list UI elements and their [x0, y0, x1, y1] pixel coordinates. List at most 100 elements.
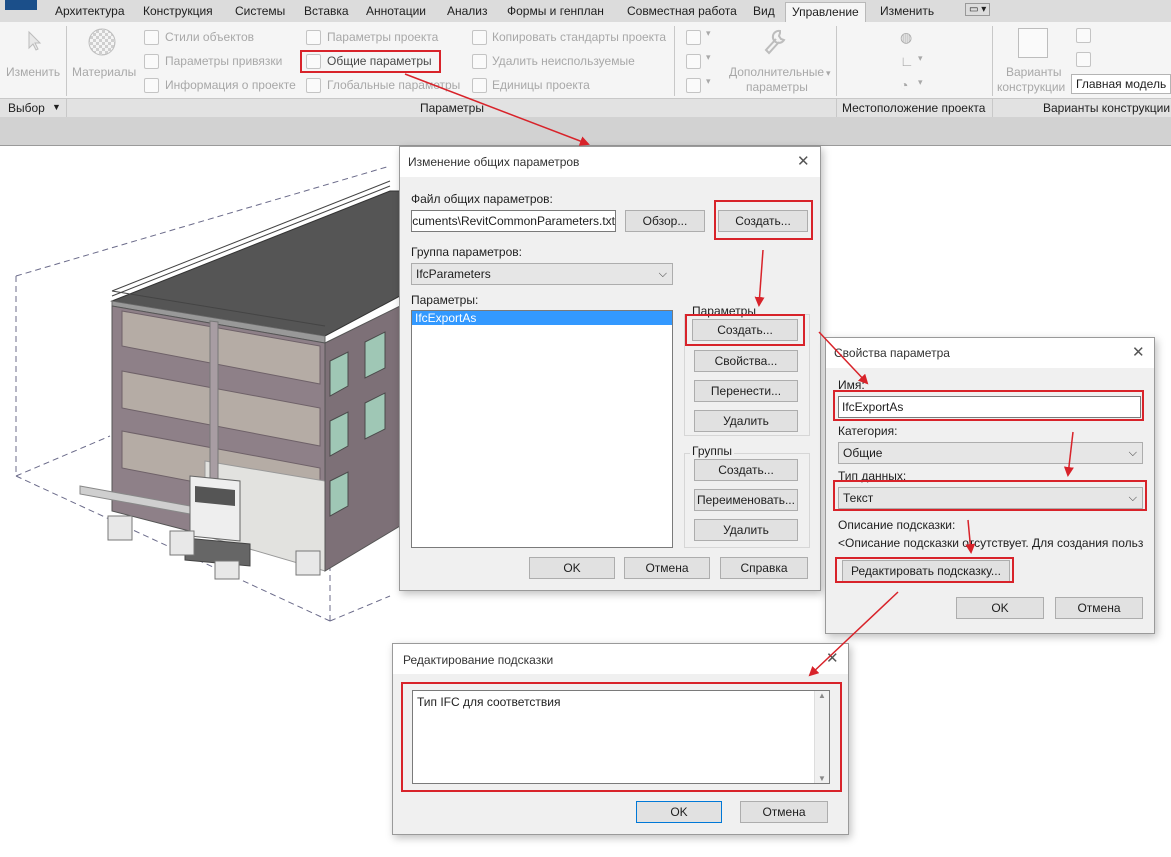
file-path-field[interactable]: Documents\RevitCommonParameters.txt [411, 210, 616, 232]
param-delete-button[interactable]: Удалить [694, 410, 798, 432]
params-list[interactable]: IfcExportAs [411, 310, 673, 548]
param-new-highlight [685, 314, 805, 346]
project-units-button[interactable]: Единицы проекта [492, 78, 590, 92]
project-info-icon [144, 78, 159, 93]
chevron-down-icon[interactable]: ▾ [706, 28, 711, 39]
file-label: Файл общих параметров: [411, 192, 553, 206]
list-item[interactable]: IfcExportAs [412, 311, 672, 325]
cancel-button[interactable]: Отмена [740, 801, 828, 823]
group-new-button[interactable]: Создать... [694, 459, 798, 481]
close-icon[interactable]: ✕ [826, 649, 839, 667]
transfer-standards-icon [472, 30, 487, 45]
object-styles-icon [144, 30, 159, 45]
materials-button[interactable]: Материалы [72, 65, 136, 79]
design-options-label[interactable]: Варианты [1006, 65, 1061, 79]
param-move-button[interactable]: Перенести... [694, 380, 798, 402]
chevron-down-icon[interactable]: ▾ [918, 53, 923, 64]
params-label: Параметры: [411, 293, 479, 307]
tab-insert[interactable]: Вставка [304, 4, 349, 18]
additional-settings-label[interactable]: Дополнительные [729, 65, 824, 79]
panel-select[interactable]: Выбор [8, 101, 45, 115]
design-options-icon [1018, 28, 1048, 58]
ribbon-toggle-icon[interactable]: ▭ ▾ [965, 3, 991, 16]
close-icon[interactable]: ✕ [1132, 343, 1145, 361]
tab-architecture[interactable]: Архитектура [55, 4, 125, 18]
coordinates-icon[interactable]: ∟ [900, 53, 914, 69]
snaps-icon [144, 54, 159, 69]
tooltip-label: Описание подсказки: [838, 518, 956, 532]
wrench-icon [764, 29, 786, 55]
tab-structure[interactable]: Конструкция [143, 4, 213, 18]
panel-settings: Параметры [420, 101, 484, 115]
tab-modify[interactable]: Изменить [880, 4, 934, 18]
dropdown-tool-icon[interactable] [686, 30, 701, 45]
edit-tooltip-highlight [835, 557, 1014, 583]
ok-button[interactable]: OK [956, 597, 1044, 619]
dialog-title: Редактирование подсказки [403, 653, 554, 667]
app-logo[interactable] [5, 0, 37, 10]
chevron-down-icon[interactable]: ▾ [706, 76, 711, 87]
purge-unused-icon [472, 54, 487, 69]
chevron-down-icon[interactable]: ▾ [826, 68, 831, 79]
param-group-select[interactable]: IfcParameters ⌵ [411, 263, 673, 285]
tab-analyze[interactable]: Анализ [447, 4, 488, 18]
help-button[interactable]: Справка [720, 557, 808, 579]
chevron-down-icon[interactable]: ▼ [52, 102, 61, 112]
project-params-icon [306, 30, 321, 45]
tooltip-text-highlight [401, 682, 842, 792]
design-options-label-2[interactable]: конструкции [997, 80, 1065, 94]
project-info-button[interactable]: Информация о проекте [165, 78, 296, 92]
close-icon[interactable]: ✕ [797, 152, 810, 170]
object-styles-button[interactable]: Стили объектов [165, 30, 254, 44]
shared-params-highlight [300, 50, 441, 73]
dialog-title: Изменение общих параметров [408, 155, 580, 169]
tooltip-value: <Описание подсказки отсутствует. Для соз… [838, 536, 1143, 550]
modify-cursor-icon [28, 30, 42, 51]
dropdown-tool-icon[interactable] [686, 54, 701, 69]
data-type-highlight [833, 480, 1147, 511]
view-tab-strip [0, 117, 1171, 145]
ok-button[interactable]: OK [529, 557, 615, 579]
chevron-down-icon[interactable]: ▾ [706, 52, 711, 63]
additional-settings-label-2[interactable]: параметры [746, 80, 808, 94]
category-select[interactable]: Общие ⌵ [838, 442, 1143, 464]
panel-project-location: Местоположение проекта [842, 101, 986, 115]
category-label: Категория: [838, 424, 898, 438]
tab-annotate[interactable]: Аннотации [366, 4, 426, 18]
add-to-set-icon[interactable] [1076, 52, 1091, 67]
create-file-highlight [714, 200, 813, 240]
main-model-combo[interactable]: Главная модель [1071, 74, 1171, 94]
tab-massing-site[interactable]: Формы и генплан [507, 4, 604, 18]
pick-to-edit-icon[interactable] [1076, 28, 1091, 43]
project-units-icon [472, 78, 487, 93]
dropdown-tool-icon[interactable] [686, 78, 701, 93]
project-params-button[interactable]: Параметры проекта [327, 30, 438, 44]
chevron-down-icon[interactable]: ▾ [918, 77, 923, 88]
purge-unused-button[interactable]: Удалить неиспользуемые [492, 54, 635, 68]
tab-view[interactable]: Вид [753, 4, 775, 18]
browse-button[interactable]: Обзор... [625, 210, 705, 232]
globe-icon[interactable]: ◍ [900, 29, 912, 46]
name-highlight [833, 390, 1144, 421]
tab-collaborate[interactable]: Совместная работа [627, 4, 737, 18]
group-rename-button[interactable]: Переименовать... [694, 489, 798, 511]
tab-systems[interactable]: Системы [235, 4, 285, 18]
modify-button[interactable]: Изменить [6, 65, 60, 79]
chevron-down-icon: ⌵ [1128, 447, 1137, 459]
position-icon[interactable]: ◔ [900, 77, 908, 93]
panel-design-options: Варианты конструкции [1043, 101, 1171, 115]
cancel-button[interactable]: Отмена [1055, 597, 1143, 619]
cancel-button[interactable]: Отмена [624, 557, 710, 579]
transfer-standards-button[interactable]: Копировать стандарты проекта [492, 30, 666, 44]
param-properties-button[interactable]: Свойства... [694, 350, 798, 372]
ribbon-panel-titles: Выбор ▼ Параметры Местоположение проекта… [0, 98, 1171, 118]
ok-button[interactable]: OK [636, 801, 722, 823]
ribbon-panel-area: Изменить Материалы Стили объектов Параме… [0, 22, 1171, 98]
groups-group-title: Группы [690, 444, 734, 458]
global-params-button[interactable]: Глобальные параметры [327, 78, 460, 92]
group-label: Группа параметров: [411, 245, 522, 259]
snaps-button[interactable]: Параметры привязки [165, 54, 282, 68]
tab-manage[interactable]: Управление [785, 2, 866, 22]
ribbon-tab-bar: Архитектура Конструкция Системы Вставка … [0, 0, 1171, 23]
group-delete-button[interactable]: Удалить [694, 519, 798, 541]
